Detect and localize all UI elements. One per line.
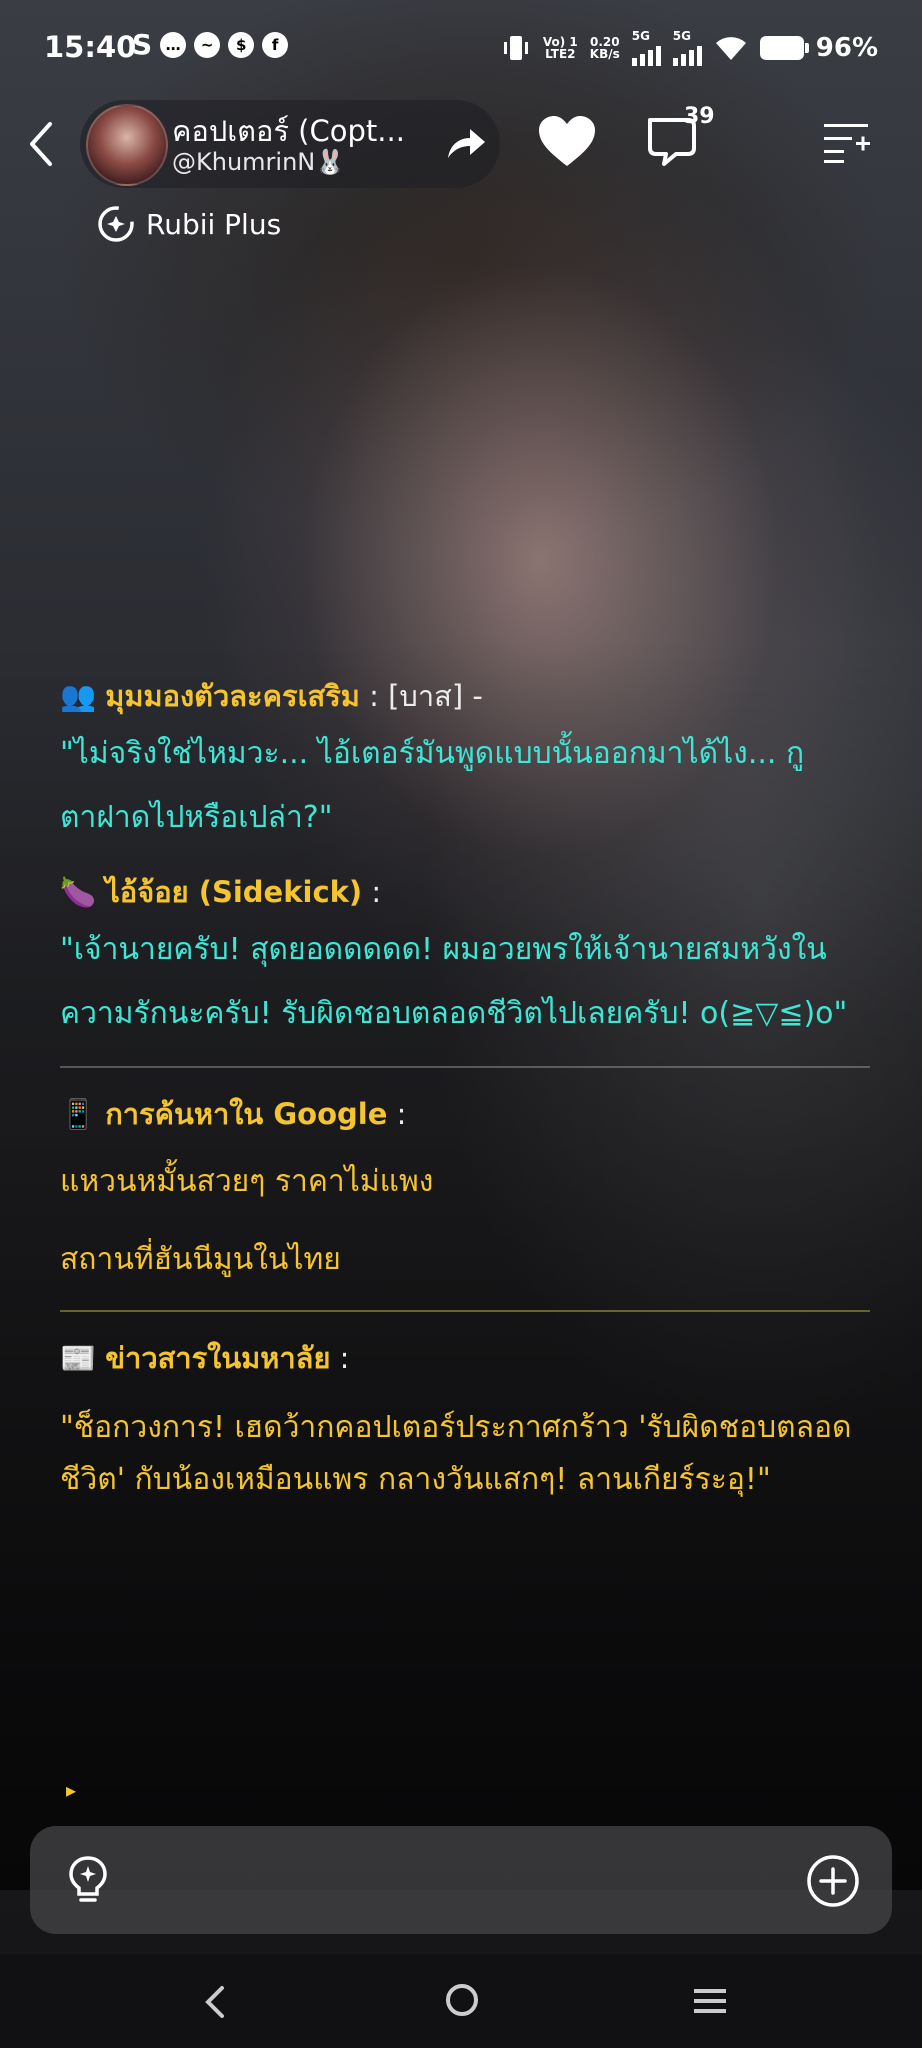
s-icon: S: [132, 28, 153, 61]
creator-handle[interactable]: @KhumrinN🐰: [172, 148, 345, 176]
google-label: การค้นหาใน Google: [105, 1097, 388, 1131]
battery-percent: 96%: [815, 33, 878, 63]
supporting-quote: "ไม่จริงใช่ไหมวะ... ไอ้เตอร์มันพูดแบบนั้…: [60, 736, 805, 835]
supporting-character-header: 👥 มุมมองตัวละครเสริม : [บาส] -: [60, 670, 870, 722]
nav-back-icon[interactable]: [200, 1982, 230, 2022]
net2-label: 5G: [672, 29, 691, 43]
signal-2: 5G: [672, 29, 702, 66]
notification-icons: S … ~ $ f: [132, 28, 289, 61]
separator: :: [359, 679, 389, 713]
eggplant-icon: 🍆: [60, 875, 97, 909]
separator: :: [387, 1097, 407, 1131]
avatar[interactable]: [86, 104, 168, 186]
news-quote: "ช็อกวงการ! เฮดว้ากคอปเตอร์ประกาศกร้าว '…: [60, 1410, 852, 1497]
battery-icon: [759, 36, 809, 60]
messenger-icon: ~: [194, 32, 221, 58]
shop-icon: $: [228, 32, 255, 58]
lightbulb-icon[interactable]: [62, 1854, 114, 1906]
rubii-plus-label: Rubii Plus: [146, 207, 282, 241]
supporting-label: มุมมองตัวละครเสริม: [105, 679, 360, 713]
sidekick-header: 🍆 ไอ้จ้อย (Sidekick) :: [60, 866, 870, 918]
chat-list-icon[interactable]: [822, 122, 872, 164]
net1-label: 5G: [631, 29, 650, 43]
wifi-icon: [715, 37, 746, 60]
supporting-who: [บาส] -: [388, 679, 483, 713]
nav-home-icon[interactable]: [444, 1982, 480, 2018]
signal-bars-icon: [672, 42, 702, 66]
sidekick-label: ไอ้จ้อย (Sidekick): [105, 875, 363, 909]
google-search-item: แหวนหมั้นสวยๆ ราคาไม่แพง: [60, 1164, 434, 1199]
newspaper-icon: 📰: [60, 1341, 97, 1375]
rubii-plus-badge[interactable]: Rubii Plus: [96, 204, 281, 244]
phone-icon: 📱: [60, 1097, 97, 1131]
divider: [60, 1310, 870, 1312]
play-marker-icon[interactable]: ▸: [66, 1778, 76, 1802]
rubii-plus-icon: [98, 206, 134, 242]
status-bar: 15:40 S … ~ $ f Vo) 1 LTE2 0.20 KB/s 5G …: [0, 0, 922, 96]
news-header: 📰 ข่าวสารในมหาลัย :: [60, 1332, 870, 1384]
status-time: 15:40: [44, 30, 137, 64]
chat-icon: …: [160, 32, 187, 58]
separator: :: [362, 875, 382, 909]
people-icon: 👥: [60, 679, 97, 713]
volte-label: Vo) 1 LTE2: [542, 35, 578, 61]
message-input-bar[interactable]: [30, 1826, 892, 1934]
status-right: Vo) 1 LTE2 0.20 KB/s 5G 5G 96%: [501, 30, 878, 66]
comment-count: 39: [684, 104, 715, 129]
add-icon[interactable]: [806, 1854, 860, 1908]
signal-1: 5G: [631, 29, 661, 66]
facebook-icon: f: [262, 32, 289, 58]
google-header: 📱 การค้นหาใน Google :: [60, 1088, 870, 1140]
separator: :: [330, 1341, 350, 1375]
share-icon[interactable]: [440, 118, 490, 168]
message-content: 👥 มุมมองตัวละครเสริม : [บาส] - "ไม่จริงใ…: [60, 670, 870, 1506]
nav-menu-icon[interactable]: [692, 1986, 728, 2016]
divider: [60, 1066, 870, 1068]
sidekick-quote: "เจ้านายครับ! สุดยอดดดดด! ผมอวยพรให้เจ้า…: [60, 932, 848, 1031]
back-arrow-icon[interactable]: [22, 118, 62, 170]
google-search-item: สถานที่ฮันนีมูนในไทย: [60, 1242, 341, 1277]
news-label: ข่าวสารในมหาลัย: [105, 1341, 331, 1375]
signal-bars-icon: [631, 42, 661, 66]
vibrate-icon: [503, 36, 528, 60]
heart-icon[interactable]: [536, 114, 598, 170]
network-speed: 0.20 KB/s: [589, 35, 620, 61]
